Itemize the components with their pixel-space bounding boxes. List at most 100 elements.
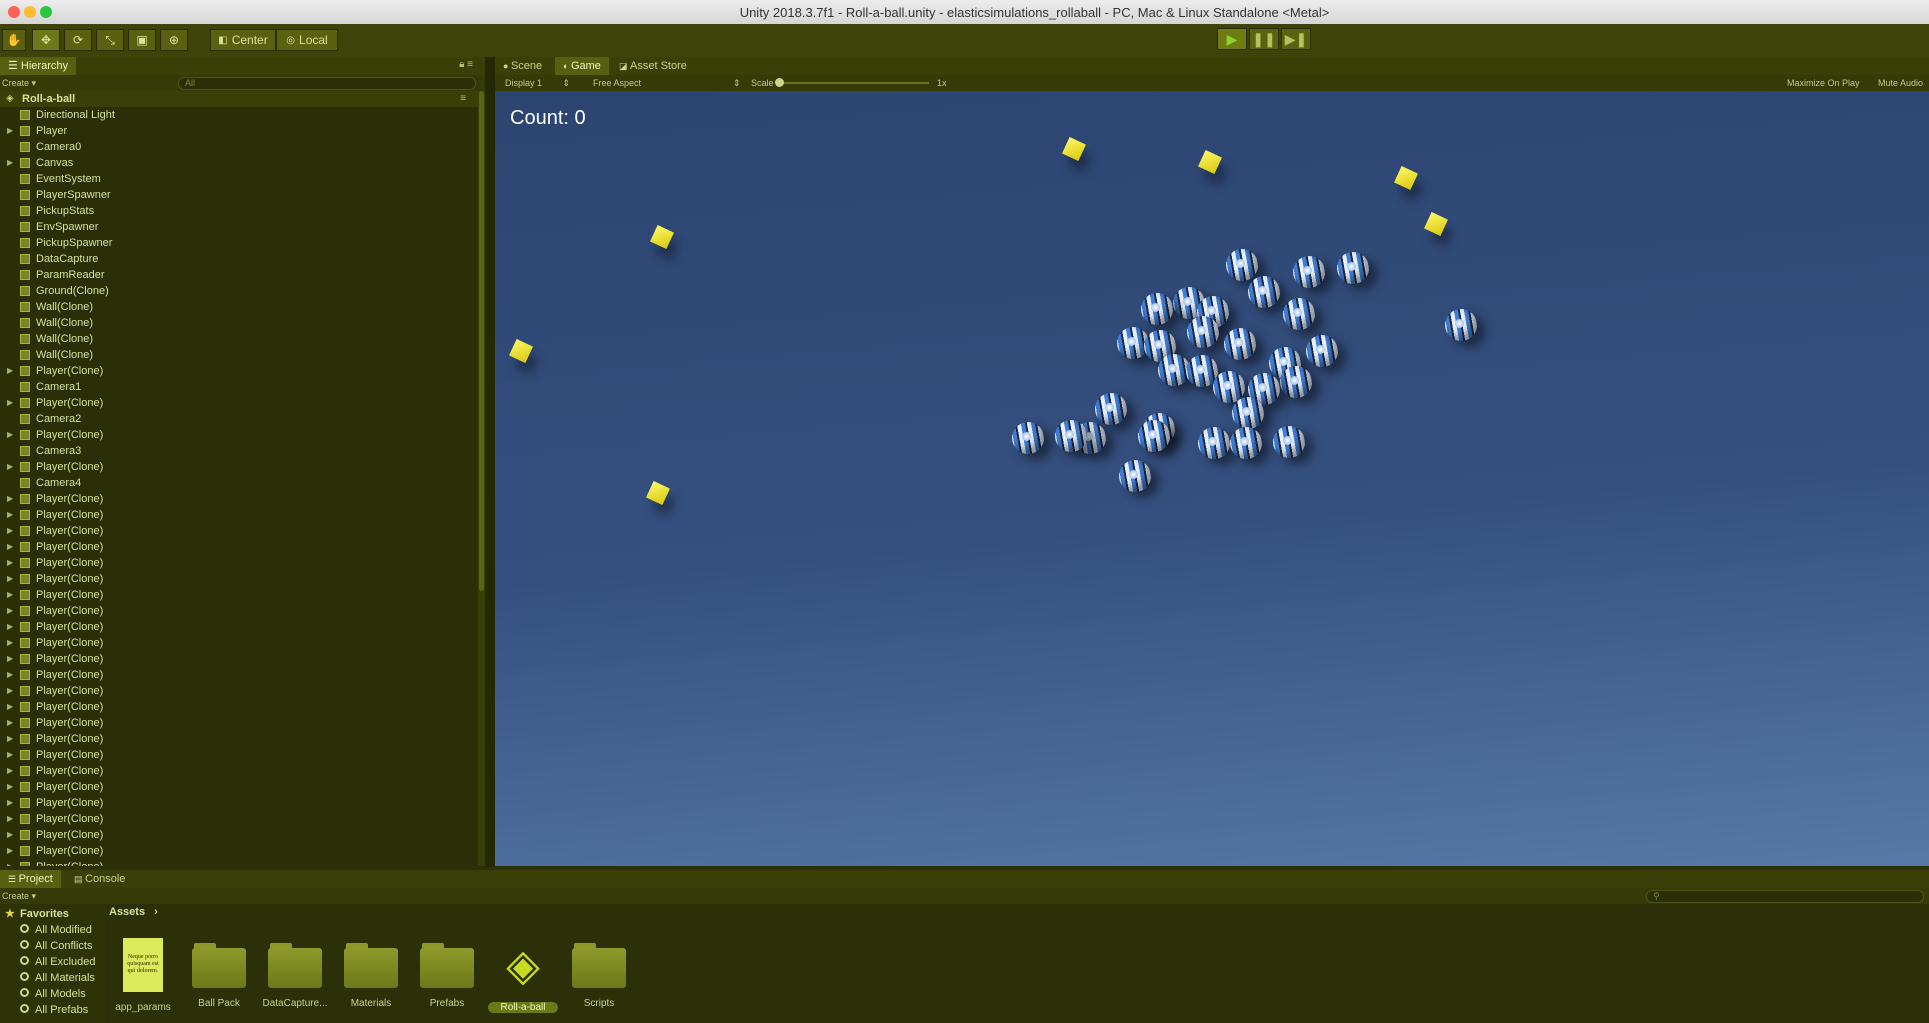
expand-arrow-icon[interactable]: ▶ <box>7 763 13 779</box>
favorite-search-item[interactable]: All Modified <box>0 922 107 938</box>
expand-arrow-icon[interactable]: ▶ <box>7 827 13 843</box>
aspect-select[interactable]: Free Aspect ⇕ <box>593 75 743 91</box>
pivot-local-toggle[interactable]: ◎ Local <box>276 29 338 51</box>
asset-item[interactable]: DataCapture... <box>260 938 330 1009</box>
hierarchy-item[interactable]: Wall(Clone) <box>0 315 478 331</box>
expand-arrow-icon[interactable]: ▶ <box>7 395 13 411</box>
hierarchy-item[interactable]: ▶ Player(Clone) <box>0 555 478 571</box>
favorite-search-item[interactable]: All Excluded <box>0 954 107 970</box>
hierarchy-item[interactable]: ▶ Player(Clone) <box>0 699 478 715</box>
hierarchy-item[interactable]: Ground(Clone) <box>0 283 478 299</box>
tab-scene[interactable]: ● Scene <box>495 57 550 75</box>
hierarchy-item[interactable]: Wall(Clone) <box>0 347 478 363</box>
pause-button[interactable]: ❚❚ <box>1249 28 1279 50</box>
expand-arrow-icon[interactable]: ▶ <box>7 859 13 866</box>
lock-icon[interactable]: 🔒︎ ≡ <box>459 59 473 70</box>
favorites-header[interactable]: ★ Favorites <box>0 906 107 922</box>
hierarchy-item[interactable]: ▶ Player(Clone) <box>0 811 478 827</box>
asset-item[interactable]: Ball Pack <box>184 938 254 1009</box>
expand-arrow-icon[interactable]: ▶ <box>7 715 13 731</box>
hierarchy-item[interactable]: ▶ Player(Clone) <box>0 427 478 443</box>
hierarchy-item[interactable]: Camera0 <box>0 139 478 155</box>
hierarchy-item[interactable]: EventSystem <box>0 171 478 187</box>
game-view[interactable]: Count: 0 <box>495 91 1929 866</box>
hierarchy-item[interactable]: ▶ Player(Clone) <box>0 763 478 779</box>
hierarchy-item[interactable]: EnvSpawner <box>0 219 478 235</box>
expand-arrow-icon[interactable]: ▶ <box>7 427 13 443</box>
favorite-search-item[interactable]: All Models <box>0 986 107 1002</box>
hierarchy-item[interactable]: Wall(Clone) <box>0 331 478 347</box>
expand-arrow-icon[interactable]: ▶ <box>7 651 13 667</box>
hierarchy-item[interactable]: ▶ Player(Clone) <box>0 859 478 866</box>
hierarchy-item[interactable]: Camera2 <box>0 411 478 427</box>
hierarchy-item[interactable]: ▶ Player(Clone) <box>0 667 478 683</box>
step-button[interactable]: ▶❚ <box>1281 28 1311 50</box>
expand-arrow-icon[interactable]: ▶ <box>7 539 13 555</box>
hierarchy-item[interactable]: ParamReader <box>0 267 478 283</box>
tab-asset-store[interactable]: ◪ Asset Store <box>611 57 695 75</box>
hierarchy-item[interactable]: ▶ Player(Clone) <box>0 731 478 747</box>
hierarchy-item[interactable]: ▶ Player(Clone) <box>0 395 478 411</box>
expand-arrow-icon[interactable]: ▶ <box>7 795 13 811</box>
asset-item[interactable]: Materials <box>336 938 406 1009</box>
hierarchy-item[interactable]: PickupSpawner <box>0 235 478 251</box>
hierarchy-item[interactable]: ▶ Player(Clone) <box>0 779 478 795</box>
asset-item[interactable]: Scripts <box>564 938 634 1009</box>
expand-arrow-icon[interactable]: ▶ <box>7 123 13 139</box>
panel-divider[interactable] <box>485 57 495 867</box>
favorite-search-item[interactable]: All Prefabs <box>0 1002 107 1018</box>
asset-item[interactable]: Neque porro quisquam est qui dolorem. app… <box>108 938 178 1013</box>
expand-arrow-icon[interactable]: ▶ <box>7 699 13 715</box>
asset-item[interactable]: Prefabs <box>412 938 482 1009</box>
tab-console[interactable]: ▤ Console <box>66 870 133 888</box>
hierarchy-item[interactable]: ▶ Player(Clone) <box>0 523 478 539</box>
hierarchy-item[interactable]: ▶ Player(Clone) <box>0 619 478 635</box>
expand-arrow-icon[interactable]: ▶ <box>7 635 13 651</box>
expand-arrow-icon[interactable]: ▶ <box>7 155 13 171</box>
hierarchy-item[interactable]: ▶ Player(Clone) <box>0 539 478 555</box>
hierarchy-item[interactable]: ▶ Player(Clone) <box>0 683 478 699</box>
hierarchy-item[interactable]: Camera4 <box>0 475 478 491</box>
expand-arrow-icon[interactable]: ▶ <box>7 779 13 795</box>
expand-arrow-icon[interactable]: ▶ <box>7 587 13 603</box>
pivot-center-toggle[interactable]: ◧ Center <box>210 29 276 51</box>
expand-arrow-icon[interactable]: ▶ <box>7 507 13 523</box>
rotate-tool-icon[interactable]: ⟳ <box>64 29 92 51</box>
hierarchy-item[interactable]: ▶ Player(Clone) <box>0 587 478 603</box>
hierarchy-item[interactable]: Camera3 <box>0 443 478 459</box>
hierarchy-item[interactable]: ▶ Player(Clone) <box>0 459 478 475</box>
hierarchy-item[interactable]: ▶ Player <box>0 123 478 139</box>
hierarchy-item[interactable]: Wall(Clone) <box>0 299 478 315</box>
expand-arrow-icon[interactable]: ▶ <box>7 811 13 827</box>
hierarchy-item[interactable]: ▶ Player(Clone) <box>0 747 478 763</box>
tab-project[interactable]: ☰ Project <box>0 870 61 888</box>
asset-item[interactable]: ◈ Roll-a-ball <box>488 938 558 1013</box>
hierarchy-item[interactable]: PickupStats <box>0 203 478 219</box>
expand-arrow-icon[interactable]: ▶ <box>7 843 13 859</box>
hierarchy-item[interactable]: DataCapture <box>0 251 478 267</box>
scale-slider-thumb[interactable] <box>775 78 784 87</box>
hierarchy-item[interactable]: ▶ Player(Clone) <box>0 795 478 811</box>
hierarchy-item[interactable]: ▶ Player(Clone) <box>0 715 478 731</box>
hierarchy-item[interactable]: Camera1 <box>0 379 478 395</box>
expand-arrow-icon[interactable]: ▶ <box>7 747 13 763</box>
scene-menu-icon[interactable]: ≡ <box>460 91 466 107</box>
display-select[interactable]: Display 1 ⇕ <box>505 75 570 91</box>
expand-arrow-icon[interactable]: ▶ <box>7 603 13 619</box>
favorite-search-item[interactable]: All Conflicts <box>0 938 107 954</box>
breadcrumb-assets[interactable]: Assets <box>109 906 145 918</box>
scale-tool-icon[interactable]: ⤡ <box>96 29 124 51</box>
expand-arrow-icon[interactable]: ▶ <box>7 523 13 539</box>
mute-audio-toggle[interactable]: Mute Audio <box>1878 75 1923 91</box>
hierarchy-item[interactable]: ▶ Player(Clone) <box>0 843 478 859</box>
hierarchy-item[interactable]: ▶ Player(Clone) <box>0 507 478 523</box>
hierarchy-item[interactable]: ▶ Player(Clone) <box>0 651 478 667</box>
hierarchy-item[interactable]: ▶ Player(Clone) <box>0 827 478 843</box>
expand-arrow-icon[interactable]: ▶ <box>7 571 13 587</box>
hierarchy-scrollbar[interactable] <box>478 91 485 866</box>
hierarchy-item[interactable]: ▶ Player(Clone) <box>0 571 478 587</box>
scene-root-row[interactable]: ◈ Roll-a-ball ≡ <box>0 91 478 107</box>
hierarchy-search-input[interactable]: All <box>178 77 476 90</box>
tab-hierarchy[interactable]: ☰ Hierarchy <box>0 57 76 75</box>
favorite-search-item[interactable]: All Materials <box>0 970 107 986</box>
